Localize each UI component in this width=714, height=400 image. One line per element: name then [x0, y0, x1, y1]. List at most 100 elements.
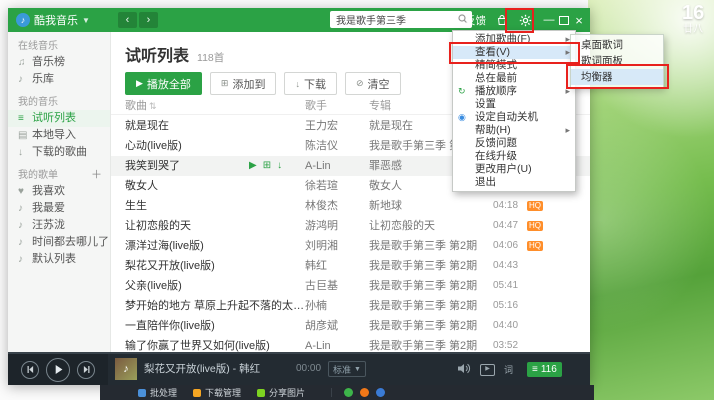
sidebar-item[interactable]: ♪汪苏泷 — [8, 217, 110, 234]
sidebar-item[interactable]: ♥我喜欢 — [8, 183, 110, 200]
menu-item[interactable]: ↻ 播放顺序 ▸ — [453, 85, 575, 98]
minimize-button[interactable]: — — [542, 8, 556, 32]
system-tray — [331, 388, 385, 397]
table-row[interactable]: 一直陪伴你(live版) 胡彦斌 我是歌手第三季 第2期 04:40 — [111, 316, 590, 336]
menu-item[interactable]: 查看(V) ▸ — [453, 46, 575, 59]
table-row[interactable]: 梦开始的地方 草原上升起不落的太阳(live版) 孙楠 我是歌手第三季 第2期 … — [111, 296, 590, 316]
page-title: 试听列表 — [125, 42, 189, 66]
play-button[interactable] — [46, 358, 70, 382]
sidebar-item[interactable]: ↓下载的歌曲 — [8, 144, 110, 161]
green-app-icon[interactable] — [344, 388, 353, 397]
toolbar-button-icon: ⊞ — [221, 78, 229, 89]
song-duration: 04:47 — [493, 216, 527, 236]
mv-icon[interactable]: ▶ — [480, 364, 495, 376]
song-artist: 胡彦斌 — [305, 316, 369, 336]
table-row[interactable]: 父亲(live版) 古巨基 我是歌手第三季 第2期 05:41 — [111, 276, 590, 296]
sidebar-item[interactable]: ♪时间都去哪儿了 — [8, 234, 110, 251]
add-icon[interactable]: ⊞ — [263, 156, 271, 176]
download-icon[interactable]: ↓ — [277, 156, 282, 176]
sidebar-item[interactable]: ♪乐库 — [8, 71, 110, 88]
back-button[interactable]: ‹ — [118, 12, 137, 28]
taskbar: 批处理 下载管理 分享图片 — [100, 385, 594, 400]
forward-button[interactable]: › — [139, 12, 158, 28]
add-to-button[interactable]: ⊞添加到 — [210, 72, 277, 95]
lyrics-icon[interactable]: 词 — [504, 363, 513, 376]
submenu-item[interactable]: 桌面歌词 — [571, 37, 663, 53]
table-row[interactable]: 输了你赢了世界又如何(live版) A-Lin 我是歌手第三季 第2期 03:5… — [111, 336, 590, 352]
mini-mode-button[interactable] — [557, 8, 571, 32]
song-artist: 刘明湘 — [305, 236, 369, 256]
sidebar-section-title: 我的音乐 — [18, 97, 58, 108]
quality-badge: HQ — [527, 201, 543, 211]
desktop-date-widget: 16 廿八 — [682, 2, 704, 36]
song-album: 我是歌手第三季 第2期 — [369, 316, 493, 336]
play-icon[interactable]: ▶ — [249, 156, 257, 176]
feedback-link[interactable]: 反馈 — [465, 8, 486, 32]
sidebar-item[interactable]: ♫音乐榜 — [8, 54, 110, 71]
sidebar-item-label: 时间都去哪儿了 — [32, 236, 109, 248]
column-song[interactable]: 歌曲⇅ — [125, 98, 305, 114]
clear-button[interactable]: ⊘清空 — [345, 72, 401, 95]
table-row[interactable]: 让初恋般的天 游鸿明 让初恋般的天 04:47 HQ — [111, 216, 590, 236]
menu-item[interactable]: 总在最前 — [453, 72, 575, 85]
menu-item[interactable]: 在线升级 — [453, 150, 575, 163]
song-artist: 游鸿明 — [305, 216, 369, 236]
next-button[interactable] — [77, 361, 95, 379]
volume-icon[interactable] — [458, 361, 471, 379]
orange-app-icon[interactable] — [360, 388, 369, 397]
song-artist: 陈洁仪 — [305, 136, 369, 156]
menu-item-icon: ↻ — [458, 85, 466, 98]
play-queue-button[interactable]: ≡ 116 — [527, 362, 562, 377]
search-input[interactable]: 我是歌手第三季 — [336, 12, 458, 27]
table-row[interactable]: 漂洋过海(live版) 刘明湘 我是歌手第三季 第2期 04:06 HQ — [111, 236, 590, 256]
submenu-item[interactable]: 歌词面板 — [571, 53, 663, 69]
taskbar-item[interactable]: 分享图片 — [257, 386, 305, 399]
menu-item[interactable]: 退出 — [453, 176, 575, 189]
sidebar-item[interactable]: ▤本地导入 — [8, 127, 110, 144]
chevron-down-icon: ▼ — [82, 16, 90, 25]
blue-app-icon[interactable] — [376, 388, 385, 397]
settings-gear-icon[interactable] — [516, 8, 534, 32]
song-album: 我是歌手第三季 第2期 — [369, 236, 493, 256]
menu-item[interactable]: 帮助(H) ▸ — [453, 124, 575, 137]
player-icons: ▶ 词 ≡ 116 — [458, 354, 562, 385]
search-box[interactable]: 我是歌手第三季 — [330, 11, 472, 28]
table-row[interactable]: 生生 林俊杰 新地球 04:18 HQ — [111, 196, 590, 216]
sort-icon[interactable]: ⇅ — [149, 101, 157, 111]
song-title: 一直陪伴你(live版) — [125, 316, 305, 336]
sidebar-section-title: 我的歌单 — [18, 170, 58, 181]
app-name: 酷我音乐 — [34, 12, 78, 28]
table-row[interactable]: 梨花又开放(live版) 韩红 我是歌手第三季 第2期 04:43 — [111, 256, 590, 276]
taskbar-item-icon — [138, 389, 146, 397]
account-area[interactable]: ♪ 酷我音乐 ▼ — [16, 8, 90, 32]
menu-item[interactable]: 精简模式 — [453, 59, 575, 72]
taskbar-item[interactable]: 下载管理 — [193, 386, 241, 399]
add-playlist-button[interactable]: ＋ — [91, 168, 102, 183]
sidebar-item[interactable]: ♪我最爱 — [8, 200, 110, 217]
sidebar-item-label: 汪苏泷 — [32, 219, 65, 231]
menu-item[interactable]: 反馈问题 — [453, 137, 575, 150]
song-album: 我是歌手第三季 第2期 — [369, 276, 493, 296]
sidebar-item[interactable]: ♪默认列表 — [8, 251, 110, 268]
download-button[interactable]: ↓下载 — [284, 72, 337, 95]
album-art[interactable]: ♪ — [115, 358, 137, 380]
menu-item[interactable]: 设置 — [453, 98, 575, 111]
shop-icon[interactable] — [494, 8, 510, 32]
song-title: 父亲(live版) — [125, 276, 305, 296]
now-playing-label[interactable]: 梨花又开放(live版) - 韩红 — [144, 352, 260, 385]
playback-controls — [8, 354, 108, 385]
song-album: 让初恋般的天 — [369, 216, 493, 236]
quality-selector[interactable]: 标准▼ — [328, 361, 366, 377]
play-all-button[interactable]: ▶播放全部 — [125, 72, 202, 95]
taskbar-item[interactable]: 批处理 — [138, 386, 177, 399]
previous-button[interactable] — [21, 361, 39, 379]
menu-item[interactable]: 添加歌曲(F) ▸ — [453, 33, 575, 46]
menu-item-icon: ◉ — [458, 111, 466, 124]
close-button[interactable]: × — [572, 8, 586, 32]
column-artist[interactable]: 歌手 — [305, 98, 369, 114]
sidebar-item[interactable]: ≡试听列表 — [8, 110, 110, 127]
quality-badge: HQ — [527, 221, 543, 231]
menu-item[interactable]: ◉ 设定自动关机 — [453, 111, 575, 124]
menu-item[interactable]: 更改用户(U) — [453, 163, 575, 176]
submenu-item[interactable]: 均衡器 — [571, 69, 663, 85]
